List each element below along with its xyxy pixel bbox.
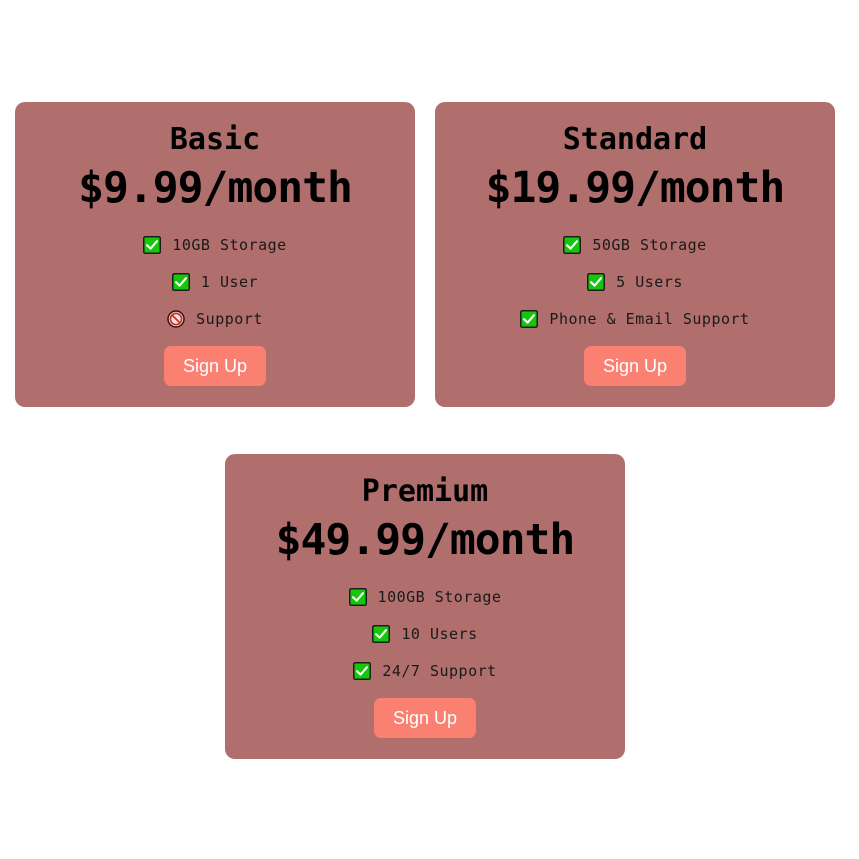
check-icon <box>520 310 539 328</box>
sign-up-button[interactable]: Sign Up <box>584 346 686 386</box>
feature-text: 50GB Storage <box>592 236 707 254</box>
feature-item: 10 Users <box>225 623 625 660</box>
check-icon <box>563 236 582 254</box>
plan-price: $9.99/month <box>78 163 353 213</box>
feature-text: 100GB Storage <box>377 588 502 606</box>
feature-text: 1 User <box>200 273 259 291</box>
feature-item: 100GB Storage <box>225 586 625 623</box>
plan-price: $19.99/month <box>485 163 786 213</box>
plan-name: Basic <box>169 122 261 157</box>
plan-price: $49.99/month <box>275 515 576 565</box>
feature-text: 10 Users <box>401 625 478 643</box>
feature-list: 10GB Storage 1 User Support <box>15 234 415 345</box>
feature-text: 24/7 Support <box>382 662 497 680</box>
pricing-card-premium: Premium $49.99/month 100GB Storage 10 Us… <box>225 454 625 759</box>
feature-list: 100GB Storage 10 Users 24/7 Support <box>225 586 625 697</box>
feature-item: Phone & Email Support <box>435 308 835 345</box>
feature-list: 50GB Storage 5 Users Phone & Email Suppo… <box>435 234 835 345</box>
check-icon <box>348 588 367 606</box>
pricing-card-standard: Standard $19.99/month 50GB Storage 5 Use… <box>435 102 835 407</box>
feature-item: 10GB Storage <box>15 234 415 271</box>
feature-item: 1 User <box>15 271 415 308</box>
feature-text: Phone & Email Support <box>549 310 750 328</box>
check-icon <box>353 662 372 680</box>
feature-text: 5 Users <box>616 273 683 291</box>
plan-name: Premium <box>361 474 489 509</box>
feature-item: 50GB Storage <box>435 234 835 271</box>
feature-item: 24/7 Support <box>225 660 625 697</box>
pricing-card-basic: Basic $9.99/month 10GB Storage 1 User Su… <box>15 102 415 407</box>
feature-text: 10GB Storage <box>172 236 287 254</box>
sign-up-button[interactable]: Sign Up <box>164 346 266 386</box>
feature-item: 5 Users <box>435 271 835 308</box>
prohibited-icon <box>167 310 185 328</box>
check-icon <box>171 273 190 291</box>
plan-name: Standard <box>562 122 708 157</box>
check-icon <box>143 236 162 254</box>
check-icon <box>372 625 391 643</box>
feature-item: Support <box>15 308 415 345</box>
pricing-page: Basic $9.99/month 10GB Storage 1 User Su… <box>0 0 859 859</box>
check-icon <box>587 273 606 291</box>
sign-up-button[interactable]: Sign Up <box>374 698 476 738</box>
feature-text: Support <box>196 310 263 328</box>
